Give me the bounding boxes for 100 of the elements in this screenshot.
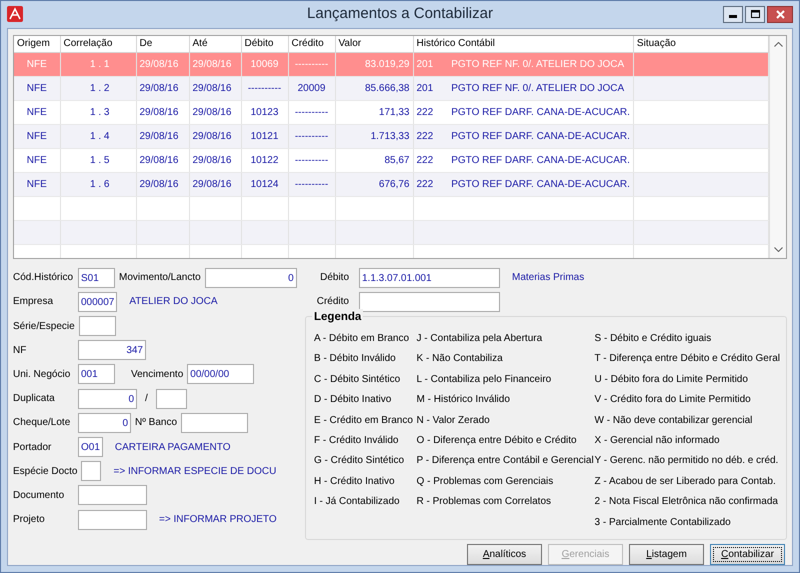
table-cell: 222 (416, 155, 434, 166)
field-label: Espécie Docto (13, 464, 78, 479)
table-cell: 1 . 1 (60, 52, 136, 77)
field-label: / (145, 392, 148, 406)
input-field[interactable]: 0 (78, 412, 131, 433)
action-button[interactable]: Analíticos (467, 544, 542, 565)
table-cell: 1 . 2 (60, 76, 136, 101)
scroll-down-icon (774, 246, 782, 252)
column-header[interactable]: Origem (14, 36, 60, 53)
legend-item: A - Débito em Branco (314, 332, 410, 346)
field-label: Série/Especie (13, 320, 75, 334)
close-button[interactable] (767, 6, 793, 23)
table-cell: 10124 (241, 172, 288, 197)
table-cell: 29/08/16 (189, 52, 241, 77)
field-label: Movimento/Lancto (119, 271, 201, 286)
table-cell: ---------- (288, 124, 335, 149)
table-cell: 1 . 4 (60, 124, 136, 149)
field-label: Cheque/Lote (13, 416, 72, 430)
field-label: NF (13, 344, 28, 358)
field-label: Documento (13, 488, 66, 503)
scrollbar[interactable] (769, 36, 786, 258)
table-cell: PGTO REF NF. 0/. ATELIER DO JOCA (451, 59, 624, 70)
input-field[interactable] (78, 316, 116, 336)
app-icon (7, 6, 23, 22)
table-cell: NFE (14, 172, 60, 197)
legend-item: S - Débito e Crédito iguais (594, 332, 712, 346)
field-label: Portador (13, 440, 52, 455)
column-header[interactable]: Histórico Contábil (413, 36, 634, 53)
legend-item: N - Valor Zerado (416, 414, 491, 428)
table-cell: PGTO REF DARF. CANA-DE-ACUCAR. (451, 131, 630, 142)
legend-item: C - Débito Sintético (314, 372, 402, 387)
legend-item: T - Diferença entre Débito e Crédito Geral (594, 352, 780, 366)
scroll-up-icon (774, 42, 782, 47)
field-label: Empresa (13, 295, 54, 310)
table-cell: 85.666,38 (335, 76, 413, 101)
field-label: Cód.Histórico (13, 271, 74, 286)
input-field[interactable] (81, 461, 102, 482)
input-field[interactable]: 000007 (78, 292, 118, 312)
input-field[interactable]: 00/00/00 (187, 364, 254, 384)
input-field[interactable] (359, 292, 500, 312)
column-header[interactable]: Situação (633, 36, 768, 53)
table-cell: NFE (14, 52, 60, 77)
table-cell: 201 (416, 59, 434, 70)
column-header[interactable]: De (136, 36, 189, 53)
legend-item: H - Crédito Inativo (314, 474, 396, 489)
table-cell: PGTO REF DARF. CANA-DE-ACUCAR. (451, 179, 630, 190)
close-icon (776, 10, 784, 19)
legend-item: F - Crédito Inválido (314, 434, 400, 448)
legend-item: Z - Acabou de ser Liberado para Contab. (594, 474, 777, 489)
input-field[interactable]: 0 (78, 388, 137, 409)
field-label: Vencimento (131, 368, 184, 382)
table-cell: 83.019,29 (335, 52, 413, 77)
input-field[interactable]: 1.1.3.07.01.001 (359, 268, 500, 288)
action-button[interactable]: Contabilizar (710, 544, 785, 565)
column-header[interactable]: Correlação (60, 36, 136, 53)
input-field[interactable] (78, 485, 147, 506)
table-cell: NFE (14, 76, 60, 101)
input-field[interactable]: 0 (204, 268, 297, 288)
table-cell: 29/08/16 (189, 124, 241, 149)
column-header[interactable]: Até (189, 36, 241, 53)
input-field[interactable]: S01 (78, 268, 115, 288)
column-header[interactable]: Crédito (288, 36, 335, 53)
description-text: => INFORMAR PROJETO (159, 513, 277, 528)
maximize-button[interactable] (745, 6, 765, 23)
legend-item: Y - Gerenc. não permitido no déb. e créd. (594, 454, 780, 468)
table-cell: 29/08/16 (136, 76, 189, 101)
action-button[interactable]: Listagem (629, 544, 704, 565)
field-label: Crédito (316, 295, 350, 310)
table-cell: 1 . 6 (60, 172, 136, 197)
input-field[interactable]: 001 (78, 364, 115, 384)
field-label: Duplicata (13, 392, 56, 406)
legend-item: R - Problemas com Correlatos (416, 495, 552, 510)
legend-item: M - Histórico Inválido (416, 393, 511, 408)
legend-item: 3 - Parcialmente Contabilizado (594, 516, 732, 530)
legend-item: B - Débito Inválido (314, 352, 397, 366)
legend-item: I - Já Contabilizado (314, 495, 401, 510)
legend-item: W - Não deve contabilizar gerencial (594, 414, 754, 428)
legend-item: E - Crédito em Branco (314, 414, 414, 428)
table-cell: 676,76 (335, 172, 413, 197)
minimize-button[interactable] (723, 6, 743, 23)
legend-item: L - Contabiliza pelo Financeiro (416, 372, 552, 387)
legend-item: U - Débito fora do Limite Permitido (594, 372, 749, 387)
column-header[interactable]: Débito (241, 36, 288, 53)
table-cell: ---------- (241, 76, 288, 101)
table-cell: 222 (416, 131, 434, 142)
table-cell: 29/08/16 (189, 76, 241, 101)
column-header[interactable]: Valor (335, 36, 413, 53)
input-field[interactable]: O01 (78, 437, 103, 458)
table-cell: 222 (416, 107, 434, 118)
table-cell: PGTO REF DARF. CANA-DE-ACUCAR. (451, 155, 630, 166)
description-text: => INFORMAR ESPECIE DE DOCU (113, 464, 276, 479)
maximize-icon (750, 10, 760, 18)
input-field[interactable] (181, 412, 248, 433)
field-label: Débito (319, 271, 350, 286)
table-cell: 29/08/16 (136, 124, 189, 149)
input-field[interactable]: 347 (78, 340, 146, 360)
input-field[interactable] (78, 510, 147, 530)
window-title: Lançamentos a Contabilizar (307, 5, 493, 22)
legend-item: O - Diferença entre Débito e Crédito (416, 434, 578, 448)
input-field[interactable] (156, 388, 187, 409)
